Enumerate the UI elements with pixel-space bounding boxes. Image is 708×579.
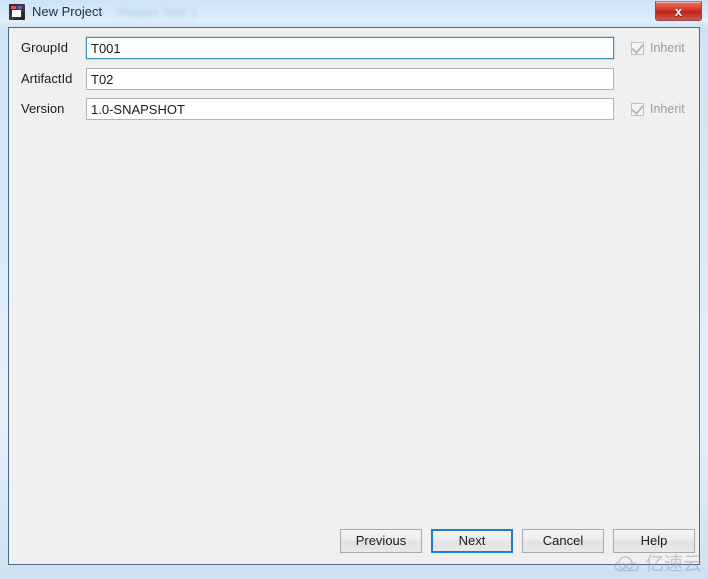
window-title: New Project (32, 4, 103, 19)
title-bar-left: New Project (9, 3, 102, 21)
previous-button[interactable]: Previous (340, 529, 422, 553)
groupid-input[interactable] (86, 37, 614, 59)
checkbox-checked-icon[interactable] (631, 40, 644, 55)
dialog-window: New Project Project Test 1 x GroupId Inh… (0, 0, 708, 579)
close-button[interactable]: x (655, 1, 702, 21)
version-inherit-checkbox[interactable]: Inherit (631, 100, 685, 118)
version-inherit-label: Inherit (650, 102, 685, 116)
dialog-button-bar: Previous Next Cancel Help (9, 520, 699, 564)
form-row-groupid: GroupId Inherit (9, 37, 699, 59)
intellij-idea-icon (9, 4, 25, 20)
title-bar: New Project Project Test 1 x (0, 0, 708, 27)
help-button[interactable]: Help (613, 529, 695, 553)
form-row-version: Version Inherit (9, 98, 699, 120)
groupid-inherit-label: Inherit (650, 41, 685, 55)
cancel-button[interactable]: Cancel (522, 529, 604, 553)
version-input[interactable] (86, 98, 614, 120)
form-row-artifactid: ArtifactId (9, 68, 699, 90)
artifactid-input[interactable] (86, 68, 614, 90)
background-window-title: Project Test 1 (117, 6, 198, 20)
dialog-client-area: GroupId Inherit ArtifactId Version Inher… (8, 27, 700, 565)
groupid-label: GroupId (21, 40, 68, 55)
groupid-inherit-checkbox[interactable]: Inherit (631, 39, 685, 57)
next-button[interactable]: Next (431, 529, 513, 553)
artifactid-label: ArtifactId (21, 71, 73, 86)
version-label: Version (21, 101, 65, 116)
checkbox-checked-icon[interactable] (631, 101, 644, 116)
close-icon: x (674, 3, 683, 19)
